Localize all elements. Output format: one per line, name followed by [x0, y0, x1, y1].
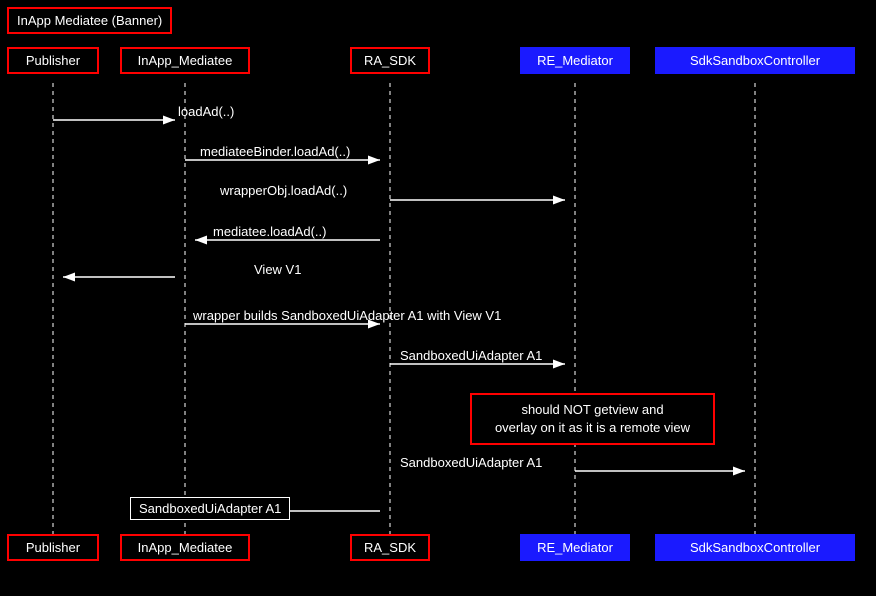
sandboxed-ui-adapter-2-label: SandboxedUiAdapter A1: [400, 455, 542, 470]
publisher-bot-box: Publisher: [7, 534, 99, 561]
wrapper-obj-label: wrapperObj.loadAd(..): [220, 183, 347, 198]
sandboxed-ui-adapter-3-label: SandboxedUiAdapter A1: [130, 497, 290, 520]
sdk-sandbox-bot-box: SdkSandboxController: [655, 534, 855, 561]
note-box: should NOT getview and overlay on it as …: [470, 393, 715, 445]
sandboxed-ui-adapter-1-label: SandboxedUiAdapter A1: [400, 348, 542, 363]
mediatee-load-ad-label: mediatee.loadAd(..): [213, 224, 326, 239]
re-mediator-top-box: RE_Mediator: [520, 47, 630, 74]
inapp-mediatee-bot-box: InApp_Mediatee: [120, 534, 250, 561]
load-ad-label: loadAd(..): [178, 104, 234, 119]
title-box: InApp Mediatee (Banner): [7, 7, 172, 34]
wrapper-builds-label: wrapper builds SandboxedUiAdapter A1 wit…: [193, 308, 501, 323]
view-v1-label: View V1: [254, 262, 301, 277]
title-text: InApp Mediatee (Banner): [17, 13, 162, 28]
inapp-mediatee-top-box: InApp_Mediatee: [120, 47, 250, 74]
publisher-top-box: Publisher: [7, 47, 99, 74]
mediatee-binder-label: mediateeBinder.loadAd(..): [200, 144, 350, 159]
ra-sdk-bot-box: RA_SDK: [350, 534, 430, 561]
re-mediator-bot-box: RE_Mediator: [520, 534, 630, 561]
ra-sdk-top-box: RA_SDK: [350, 47, 430, 74]
sdk-sandbox-top-box: SdkSandboxController: [655, 47, 855, 74]
